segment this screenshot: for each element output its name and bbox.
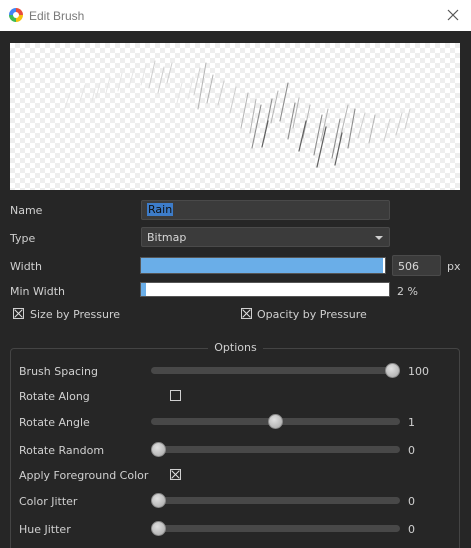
rotate-angle-value: 1 xyxy=(408,416,415,429)
close-button[interactable] xyxy=(441,3,465,27)
brush-spacing-slider-thumb[interactable] xyxy=(385,363,400,378)
opacity-by-pressure-checkbox[interactable] xyxy=(241,308,252,319)
rotate-random-value: 0 xyxy=(408,444,415,457)
options-title-wrap: Options xyxy=(0,341,471,354)
size-by-pressure-label: Size by Pressure xyxy=(30,308,121,321)
rotate-random-slider-thumb[interactable] xyxy=(151,442,166,457)
hue-jitter-slider[interactable] xyxy=(151,525,400,532)
color-jitter-label: Color Jitter xyxy=(19,495,78,508)
name-input-value: Rain xyxy=(147,203,174,216)
title-bar: Edit Brush xyxy=(0,0,471,31)
apply-foreground-color-label: Apply Foreground Color xyxy=(19,469,149,482)
min-width-value: 2 % xyxy=(397,285,418,298)
window-title: Edit Brush xyxy=(29,9,85,23)
name-label: Name xyxy=(10,204,43,217)
rotate-random-slider[interactable] xyxy=(151,446,400,453)
hue-jitter-slider-thumb[interactable] xyxy=(151,521,166,536)
width-unit: px xyxy=(447,260,461,273)
chevron-down-icon xyxy=(375,236,383,240)
color-jitter-slider[interactable] xyxy=(151,497,400,504)
brush-spacing-label: Brush Spacing xyxy=(19,365,99,378)
rotate-random-label: Rotate Random xyxy=(19,444,105,457)
hue-jitter-value: 0 xyxy=(408,523,415,536)
min-width-slider-fill xyxy=(141,283,146,296)
color-jitter-slider-thumb[interactable] xyxy=(151,493,166,508)
color-jitter-value: 0 xyxy=(408,495,415,508)
rotate-along-checkbox[interactable] xyxy=(170,390,181,401)
width-input[interactable]: 506 xyxy=(392,255,441,276)
type-select[interactable]: Bitmap xyxy=(141,227,390,247)
options-title: Options xyxy=(208,341,263,354)
rotate-angle-label: Rotate Angle xyxy=(19,416,90,429)
size-by-pressure-checkbox[interactable] xyxy=(13,308,24,319)
width-slider[interactable] xyxy=(140,257,386,274)
min-width-slider[interactable] xyxy=(140,282,390,297)
rain-strokes-preview xyxy=(64,60,411,168)
type-label: Type xyxy=(10,232,36,245)
brush-spacing-slider[interactable] xyxy=(151,367,400,374)
width-label: Width xyxy=(10,260,42,273)
hue-jitter-label: Hue Jitter xyxy=(19,523,71,536)
brush-spacing-value: 100 xyxy=(408,365,429,378)
apply-foreground-color-checkbox[interactable] xyxy=(170,469,181,480)
min-width-label: Min Width xyxy=(10,285,65,298)
type-select-value: Bitmap xyxy=(147,231,187,244)
brush-preview xyxy=(10,43,460,190)
rotate-along-label: Rotate Along xyxy=(19,390,90,403)
name-input[interactable]: Rain xyxy=(141,200,390,220)
app-logo-icon xyxy=(9,8,23,22)
close-icon xyxy=(447,9,459,21)
width-slider-fill xyxy=(141,258,383,273)
opacity-by-pressure-label: Opacity by Pressure xyxy=(257,308,367,321)
rotate-angle-slider-thumb[interactable] xyxy=(268,414,283,429)
